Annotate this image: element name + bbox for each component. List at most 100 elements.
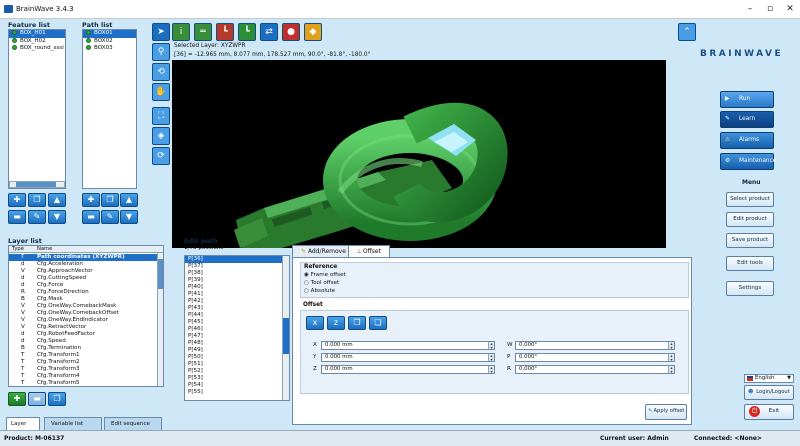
offset-x-button[interactable]: x: [306, 316, 324, 330]
copy-layer-button[interactable]: ❐: [48, 392, 66, 406]
path-point[interactable]: P[42]: [185, 298, 283, 305]
sync-button[interactable]: ⇄: [260, 23, 278, 41]
select-tool-button[interactable]: ➤: [152, 23, 170, 41]
remove-feature-button[interactable]: ▬: [8, 210, 26, 224]
path-point-list[interactable]: P[36] P[37] P[38] P[39] P[40] P[41] P[42…: [184, 255, 290, 401]
select-product-button[interactable]: Select product: [726, 192, 774, 207]
spinner-icon[interactable]: ▴ ▾: [488, 366, 494, 373]
tool-offset-radio[interactable]: ○ Tool offset: [304, 280, 339, 286]
z-offset-input[interactable]: 0.000 mm ▴ ▾: [321, 365, 495, 374]
exit-button[interactable]: ⏻ Exit: [744, 404, 794, 420]
edit-feature-button[interactable]: ✎: [28, 210, 46, 224]
feature-list-scrollbar[interactable]: [9, 181, 65, 188]
layer-row[interactable]: T Cfg.Transform1: [9, 352, 157, 359]
add-feature-button[interactable]: ✚: [8, 193, 26, 207]
path-point[interactable]: P[40]: [185, 284, 283, 291]
frame-offset-radio[interactable]: ◉ Frame offset: [304, 272, 346, 278]
path-point[interactable]: P[51]: [185, 361, 283, 368]
path-point[interactable]: P[46]: [185, 326, 283, 333]
scrollbar-thumb[interactable]: [283, 318, 289, 354]
tag-button[interactable]: ◆: [304, 23, 322, 41]
layer-row[interactable]: d Cfg.RobotFeedFactor: [9, 331, 157, 338]
path-point[interactable]: P[44]: [185, 312, 283, 319]
ruler-button[interactable]: ═: [194, 23, 212, 41]
path-point[interactable]: P[48]: [185, 340, 283, 347]
r-offset-input[interactable]: 0.000° ▴ ▾: [515, 365, 675, 374]
remove-path-button[interactable]: ▬: [82, 210, 100, 224]
language-select[interactable]: English ▼: [744, 374, 794, 383]
view-front-button[interactable]: ◈: [152, 127, 170, 145]
fit-view-button[interactable]: ⛶: [152, 107, 170, 125]
layer-row[interactable]: B Cfg.Mask: [9, 296, 157, 303]
add-layer-button[interactable]: ✚: [8, 392, 26, 406]
axis-y-button[interactable]: ┗: [238, 23, 256, 41]
path-point[interactable]: P[45]: [185, 319, 283, 326]
layer-row[interactable]: V Cfg.OneWay.EndIndicator: [9, 317, 157, 324]
login-logout-button[interactable]: ☻ Login/Logout: [744, 385, 794, 400]
layer-row[interactable]: T Cfg.Transform3: [9, 366, 157, 373]
view-reset-button[interactable]: ⟳: [152, 147, 170, 165]
offset-paste-button[interactable]: ❏: [369, 316, 387, 330]
feature-item[interactable]: BOX_round_sssi: [9, 45, 65, 53]
save-product-button[interactable]: Save product: [726, 233, 774, 248]
layer-table[interactable]: Type Name T Path coordinates (XYZWPR) d Cf…: [8, 245, 164, 387]
apply-offset-button[interactable]: ✎ Apply offset: [645, 404, 687, 420]
zoom-tool-button[interactable]: ⚲: [152, 43, 170, 61]
w-offset-input[interactable]: 0.000° ▴ ▾: [515, 341, 675, 350]
add-path-button[interactable]: ✚: [82, 193, 100, 207]
layer-row[interactable]: R Cfg.ForceDirection: [9, 289, 157, 296]
p-offset-input[interactable]: 0.000° ▴ ▾: [515, 353, 675, 362]
feature-item[interactable]: BOX_H02: [9, 37, 65, 46]
spinner-icon[interactable]: ▴ ▾: [668, 342, 674, 349]
maximize-button[interactable]: ▫: [760, 3, 780, 16]
path-point[interactable]: P[38]: [185, 270, 283, 277]
layer-row[interactable]: T Path coordinates (XYZWPR): [9, 254, 157, 261]
spinner-icon[interactable]: ▴ ▾: [488, 342, 494, 349]
path-point[interactable]: P[47]: [185, 333, 283, 340]
path-point[interactable]: P[43]: [185, 305, 283, 312]
y-offset-input[interactable]: 0.000 mm ▴ ▾: [321, 353, 495, 362]
x-offset-input[interactable]: 0.000 mm ▴ ▾: [321, 341, 495, 350]
path-point[interactable]: P[39]: [185, 277, 283, 284]
offset-y-button[interactable]: z: [327, 316, 345, 330]
tab-edit-sequence[interactable]: Edit sequence: [104, 417, 162, 430]
alarms-button[interactable]: ⚠ Alarms: [720, 132, 774, 149]
path-point[interactable]: P[52]: [185, 368, 283, 375]
path-item[interactable]: BOX03: [83, 45, 136, 53]
learn-button[interactable]: ✎ Learn: [720, 111, 774, 128]
feature-list[interactable]: BOX_H01 BOX_H02 BOX_round_sssi: [8, 29, 66, 189]
run-button[interactable]: ▶ Run: [720, 91, 774, 108]
layer-row[interactable]: d Cfg.Acceleration: [9, 261, 157, 268]
edit-product-button[interactable]: Edit product: [726, 212, 774, 227]
move-up-feature-button[interactable]: ▲: [48, 193, 66, 207]
spinner-icon[interactable]: ▴ ▾: [668, 354, 674, 361]
move-down-feature-button[interactable]: ▼: [48, 210, 66, 224]
absolute-radio[interactable]: ○ Absolute: [304, 288, 335, 294]
path-point[interactable]: P[50]: [185, 354, 283, 361]
path-item[interactable]: BOX02: [83, 37, 136, 46]
offset-copy-button[interactable]: ❐: [348, 316, 366, 330]
copy-path-button[interactable]: ❐: [101, 193, 119, 207]
path-point[interactable]: P[36]: [185, 256, 283, 263]
scrollbar-thumb[interactable]: [16, 182, 56, 187]
layer-table-scrollbar[interactable]: [157, 253, 163, 386]
move-up-path-button[interactable]: ▲: [120, 193, 138, 207]
close-button[interactable]: ✕: [780, 3, 800, 16]
path-point[interactable]: P[55]: [185, 389, 283, 396]
pan-tool-button[interactable]: ✋: [152, 83, 170, 101]
layer-row[interactable]: d Cfg.Force: [9, 282, 157, 289]
rotate-tool-button[interactable]: ⟲: [152, 63, 170, 81]
layer-row[interactable]: B Cfg.Termination: [9, 345, 157, 352]
layer-row[interactable]: V Cfg.OneWay.ComebackOffset: [9, 310, 157, 317]
axis-x-button[interactable]: ┗: [216, 23, 234, 41]
feature-item[interactable]: BOX_H01: [9, 30, 65, 38]
path-point-scrollbar[interactable]: [282, 256, 289, 400]
spinner-icon[interactable]: ▴ ▾: [488, 354, 494, 361]
edit-path-button[interactable]: ✎: [101, 210, 119, 224]
3d-viewport[interactable]: [172, 60, 666, 248]
collapse-button[interactable]: ⌃: [678, 23, 696, 41]
path-point[interactable]: P[41]: [185, 291, 283, 298]
copy-feature-button[interactable]: ❐: [28, 193, 46, 207]
layer-row[interactable]: V Cfg.OneWay.ComebackMask: [9, 303, 157, 310]
layer-row[interactable]: V Cfg.ApproachVector: [9, 268, 157, 275]
